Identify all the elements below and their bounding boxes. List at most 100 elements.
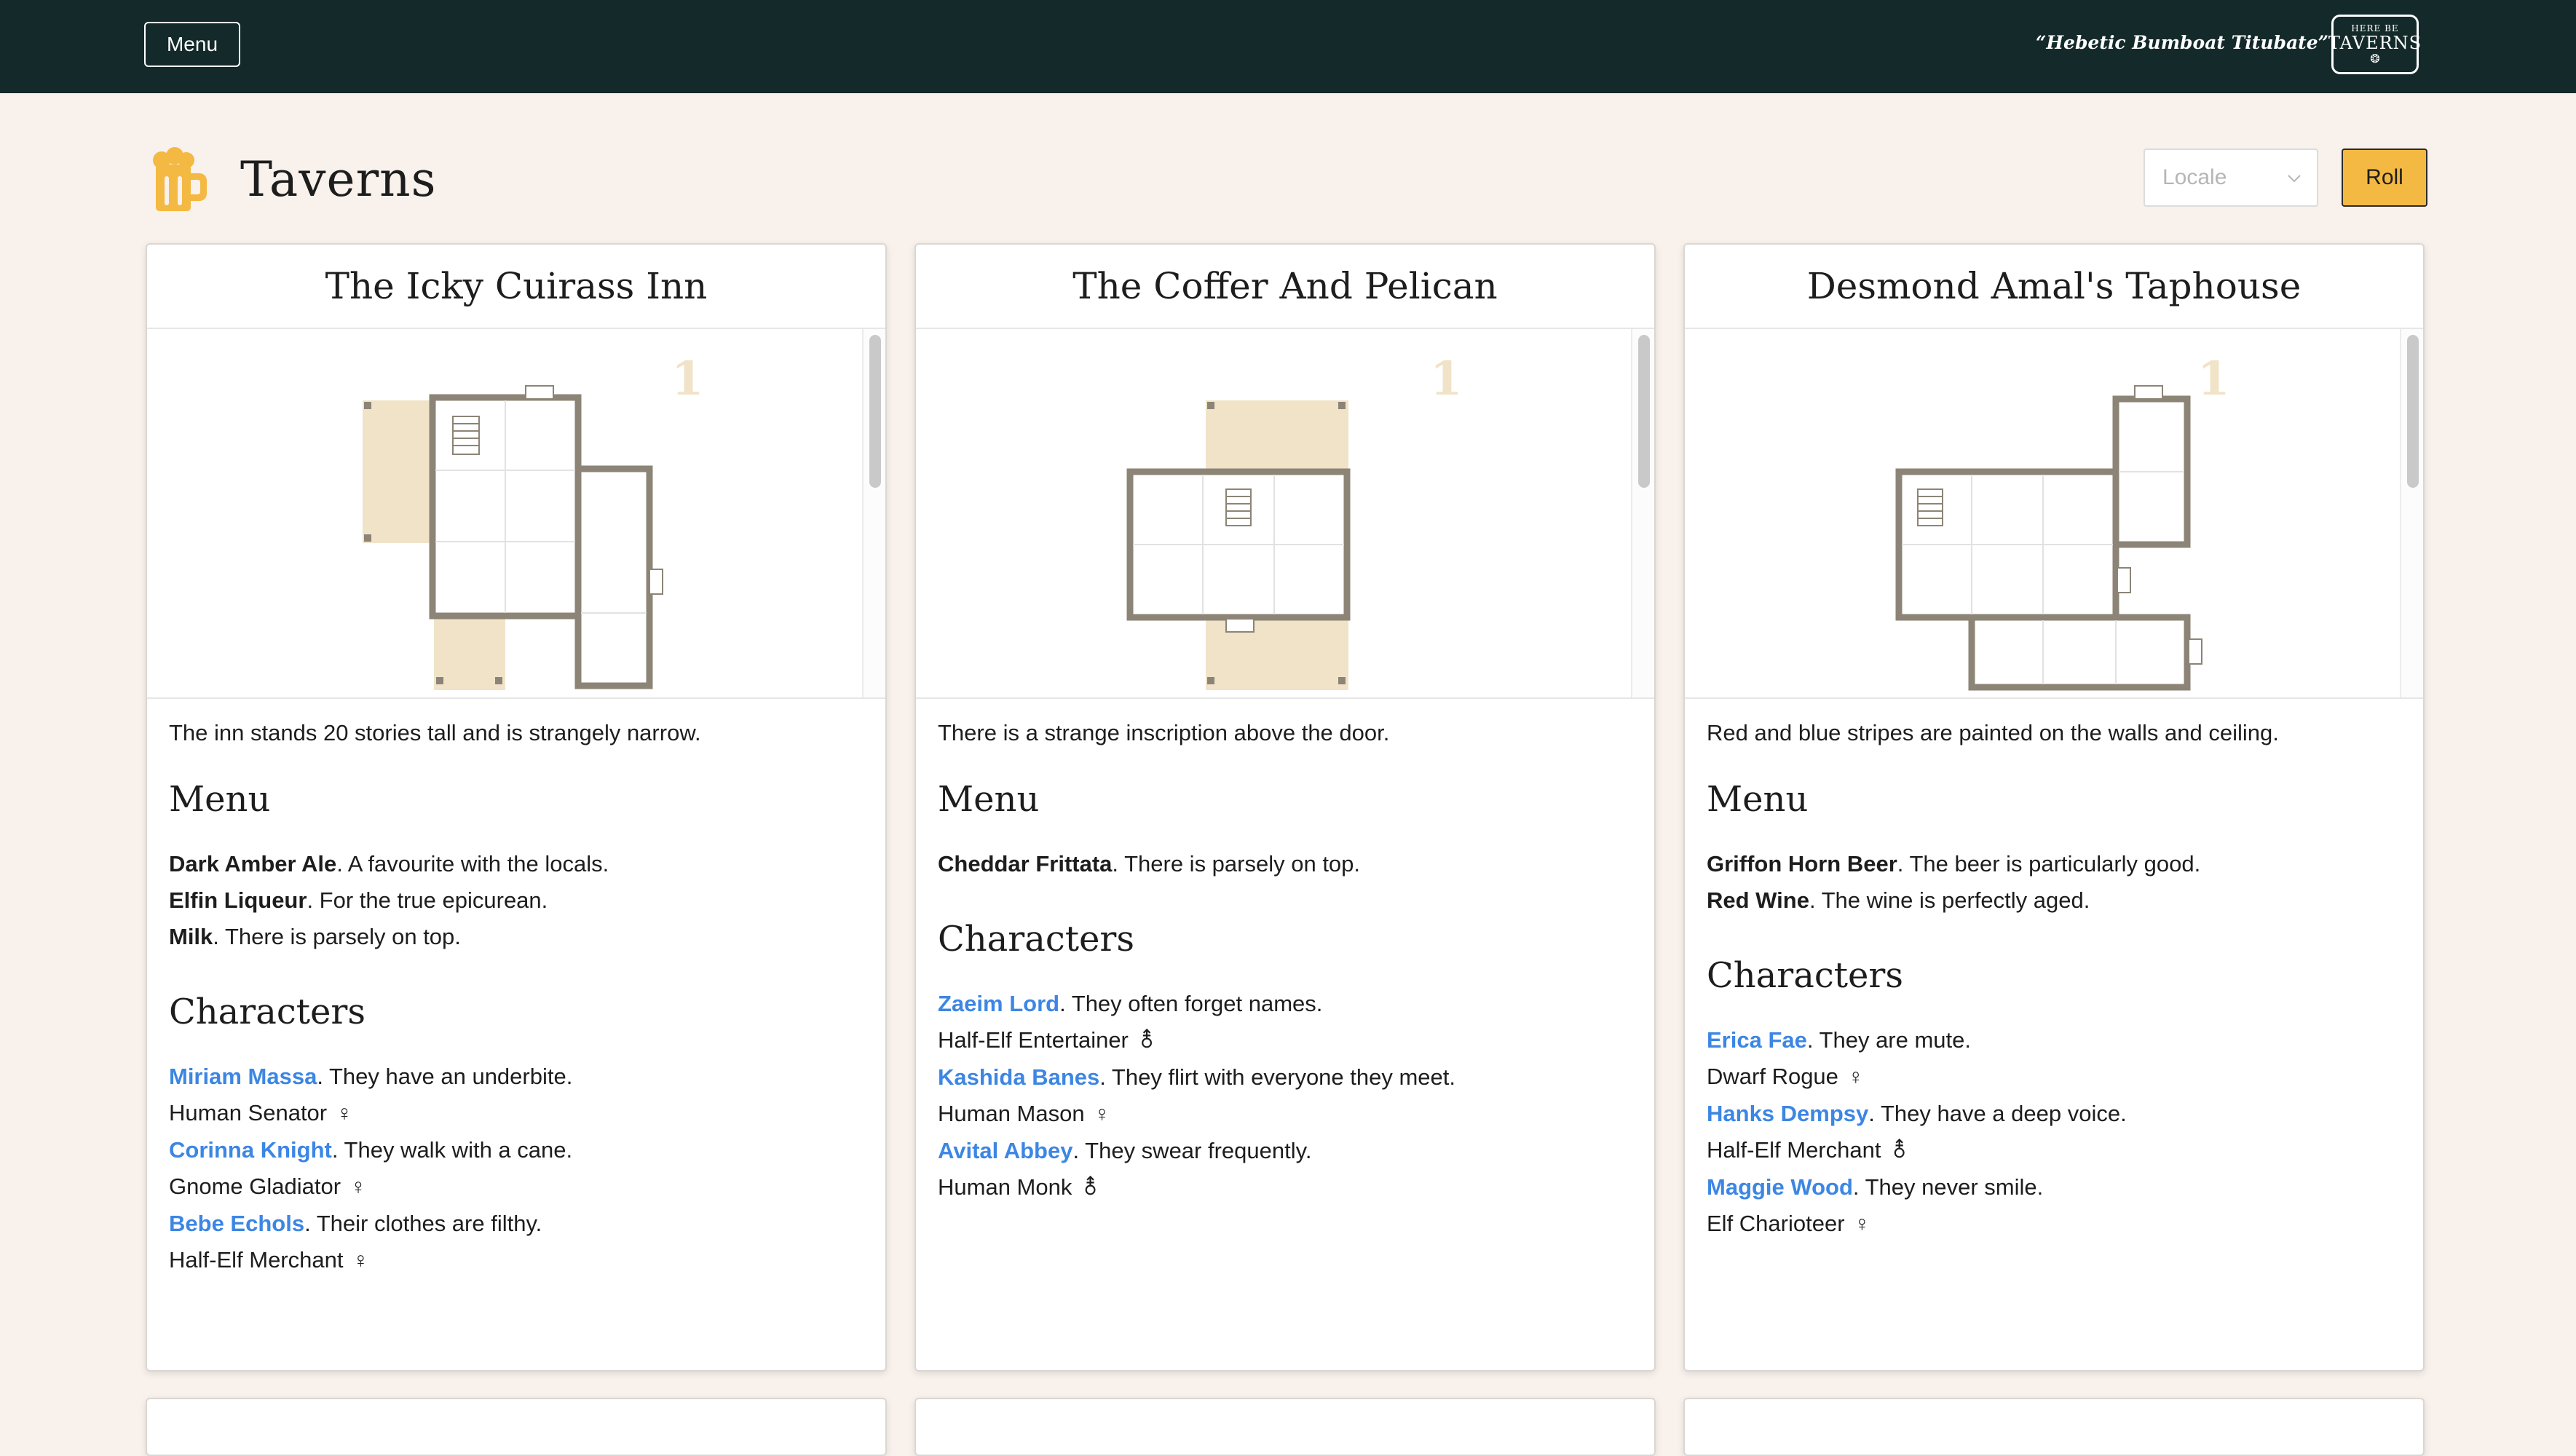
menu-item-name: Elfin Liqueur [169,887,307,913]
locale-placeholder: Locale [2162,165,2227,189]
character-link[interactable]: Zaeim Lord [938,991,1059,1016]
character-trait: . They have an underbite. [317,1064,573,1089]
site-logo[interactable]: HERE BE TAVERNS ❂ [2328,15,2421,74]
character-role-text: Elf Charioteer [1707,1211,1845,1236]
character-link[interactable]: Erica Fae [1707,1027,1807,1053]
character-list: Zaeim Lord. They often forget names. Hal… [938,986,1632,1206]
menu-item-note: . A favourite with the locals. [336,851,609,877]
top-navbar: Menu “Hebetic Bumboat Titubate” HERE BE … [0,0,2576,93]
scrollbar-thumb[interactable] [869,335,881,488]
menu-item: Red Wine. The wine is perfectly aged. [1707,882,2401,919]
character-role: Human Mason ♀ [938,1096,1632,1133]
logo-emblem-icon: ❂ [2370,52,2380,66]
character-link[interactable]: Miriam Massa [169,1064,317,1089]
gender-icon: ⚨ [1137,1029,1156,1053]
tavern-card: The Icky Cuirass Inn 1 The inn stands 20… [146,243,887,1372]
character-role: Dwarf Rogue ♀ [1707,1059,2401,1096]
menu-item-note: . There is parsely on top. [1112,851,1361,877]
character-role-text: Human Monk [938,1174,1072,1200]
scrollbar[interactable] [1631,329,1654,697]
character-role-text: Gnome Gladiator [169,1174,341,1199]
character-entry: Bebe Echols. Their clothes are filthy. [169,1206,864,1242]
character-trait: . They never smile. [1852,1174,2044,1200]
gender-icon: ⚨ [1080,1176,1100,1200]
menu-item-name: Red Wine [1707,887,1809,913]
character-link[interactable]: Avital Abbey [938,1138,1072,1163]
character-trait: . They have a deep voice. [1868,1101,2127,1126]
characters-heading: Characters [938,919,1134,960]
menu-item-note: . The beer is particularly good. [1897,851,2201,877]
character-entry: Corinna Knight. They walk with a cane. [169,1132,864,1168]
gender-icon: ♀ [336,1101,353,1125]
menu-item-name: Dark Amber Ale [169,851,337,877]
floor-number: 1 [1430,352,1463,406]
character-trait: . They walk with a cane. [331,1137,573,1163]
character-entry: Erica Fae. They are mute. [1707,1022,2401,1059]
tavern-name: Desmond Amal's Taphouse [1685,245,2423,329]
character-entry: Avital Abbey. They swear frequently. [938,1133,1632,1169]
floor-plan-drawing: 1 [363,352,704,690]
page-title: Taverns [240,151,437,207]
character-entry: Zaeim Lord. They often forget names. [938,986,1632,1022]
character-role-text: Half-Elf Entertainer [938,1027,1129,1053]
floor-plan-map[interactable]: 1 [916,329,1654,699]
menu-item-name: Griffon Horn Beer [1707,851,1897,877]
tavern-card: The Coffer And Pelican 1 There is a stra… [914,243,1656,1372]
gender-icon: ⚨ [1890,1139,1909,1163]
gender-icon: ♀ [1854,1212,1870,1236]
character-role: Human Monk ⚨ [938,1169,1632,1206]
menu-item-note: . For the true epicurean. [307,887,548,913]
tavern-name: The Icky Cuirass Inn [147,245,885,329]
character-role-text: Dwarf Rogue [1707,1064,1838,1089]
character-trait: . They flirt with everyone they meet. [1099,1064,1456,1090]
characters-heading: Characters [1707,955,1903,996]
tavern-description: Red and blue stripes are painted on the … [1707,720,2279,745]
menu-heading: Menu [169,779,271,820]
character-trait: . They are mute. [1806,1027,1972,1053]
scrollbar-thumb[interactable] [2407,335,2419,488]
page-header: Taverns Locale Roll [144,137,2427,217]
gender-icon: ♀ [1847,1065,1865,1089]
character-role: Half-Elf Merchant ♀ [169,1242,864,1279]
menu-list: Griffon Horn Beer. The beer is particula… [1707,846,2401,919]
character-entry: Hanks Dempsy. They have a deep voice. [1707,1096,2401,1132]
gender-icon: ♀ [352,1249,369,1273]
menu-list: Dark Amber Ale. A favourite with the loc… [169,846,864,955]
character-role: Half-Elf Entertainer ⚨ [938,1022,1632,1059]
character-link[interactable]: Maggie Wood [1707,1174,1853,1200]
character-link[interactable]: Corinna Knight [169,1137,332,1163]
menu-item-name: Milk [169,924,213,949]
menu-item: Griffon Horn Beer. The beer is particula… [1707,846,2401,882]
tavern-card [1683,1398,2425,1456]
character-role: Human Senator ♀ [169,1095,864,1132]
character-trait: . They often forget names. [1059,991,1323,1016]
scrollbar[interactable] [2400,329,2423,697]
character-role: Gnome Gladiator ♀ [169,1168,864,1206]
menu-item-note: . The wine is perfectly aged. [1809,887,2090,913]
character-link[interactable]: Hanks Dempsy [1707,1101,1868,1126]
character-entry: Kashida Banes. They flirt with everyone … [938,1059,1632,1096]
character-role: Half-Elf Merchant ⚨ [1707,1132,2401,1169]
menu-button[interactable]: Menu [144,22,240,67]
character-link[interactable]: Kashida Banes [938,1064,1099,1090]
character-role-text: Human Senator [169,1100,328,1125]
menu-item: Milk. There is parsely on top. [169,919,864,955]
floor-plan-map[interactable]: 1 [147,329,885,699]
floor-plan-map[interactable]: 1 [1685,329,2423,699]
roll-button[interactable]: Roll [2342,149,2427,207]
menu-list: Cheddar Frittata. There is parsely on to… [938,846,1632,882]
menu-item-note: . There is parsely on top. [213,924,461,949]
character-entry: Miriam Massa. They have an underbite. [169,1059,864,1095]
scrollbar-thumb[interactable] [1638,335,1650,488]
scrollbar[interactable] [862,329,885,697]
menu-item: Elfin Liqueur. For the true epicurean. [169,882,864,919]
tavern-description: There is a strange inscription above the… [938,720,1390,745]
character-link[interactable]: Bebe Echols [169,1211,304,1236]
locale-select[interactable]: Locale [2144,149,2318,207]
character-trait: . Their clothes are filthy. [304,1211,542,1236]
floor-plan-drawing: 1 [1895,352,2230,691]
menu-item: Dark Amber Ale. A favourite with the loc… [169,846,864,882]
tavern-card: Desmond Amal's Taphouse 1 Red and blue s… [1683,243,2425,1372]
character-role-text: Human Mason [938,1101,1085,1126]
tavern-name: The Coffer And Pelican [916,245,1654,329]
